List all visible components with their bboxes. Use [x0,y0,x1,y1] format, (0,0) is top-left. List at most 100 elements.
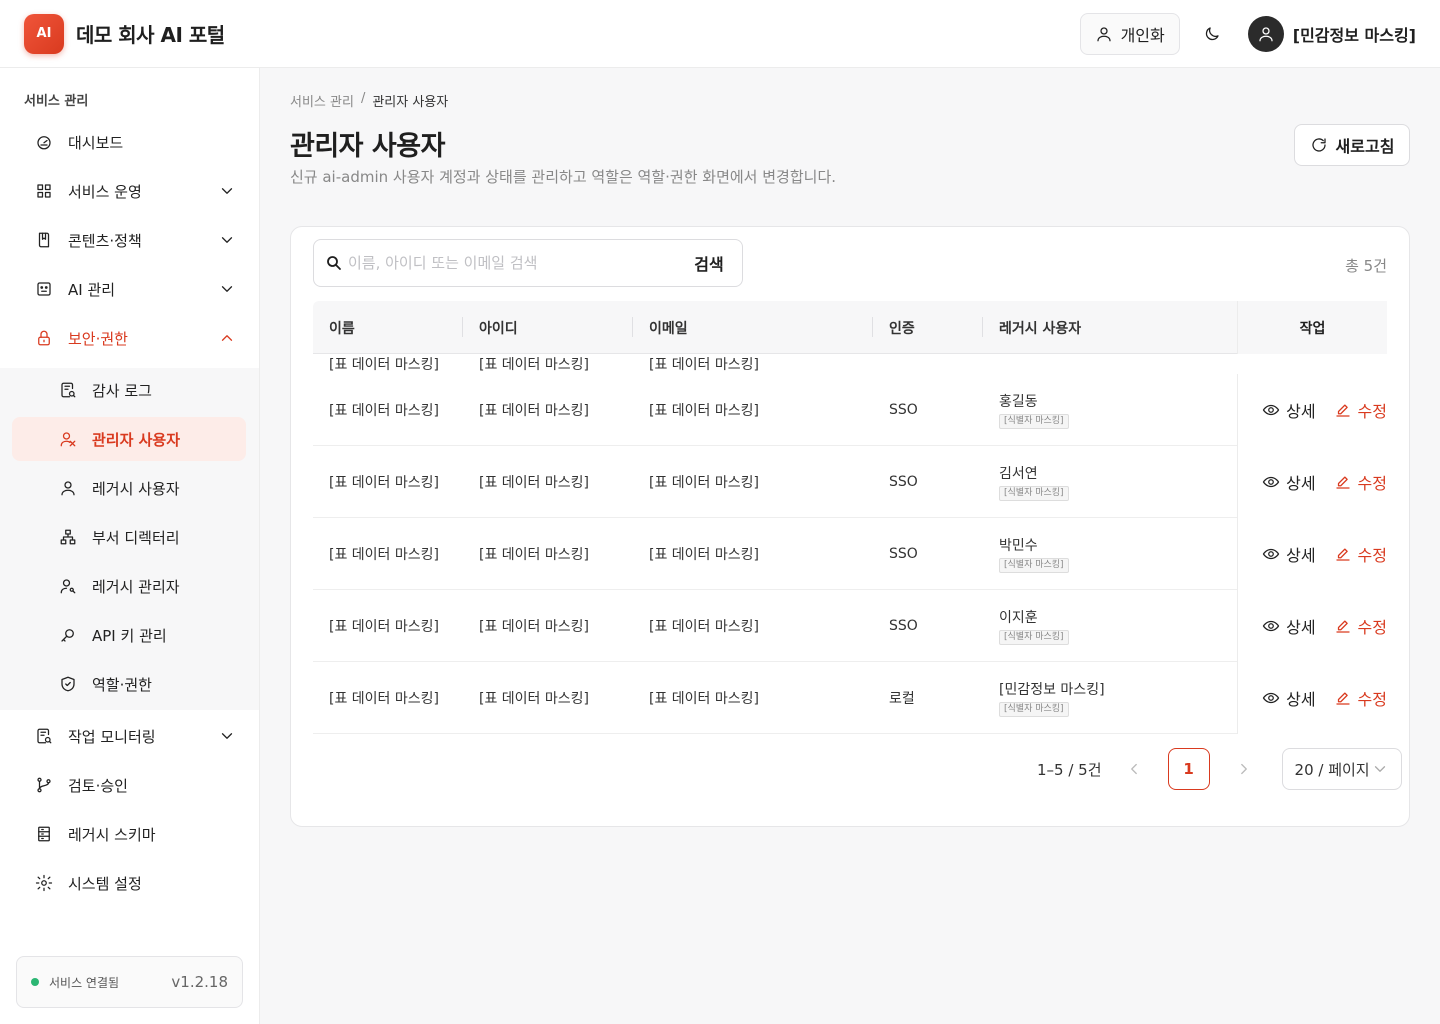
column-header-label: 아이디 [479,320,518,337]
edit-button[interactable]: 수정 [1334,614,1387,638]
personalize-button[interactable]: 개인화 [1079,12,1180,55]
column-separator [632,317,633,337]
legacy-user-name: 이지훈 [999,610,1038,626]
pencil-icon [1334,617,1352,635]
identifier-tag: [식별자 마스킹] [999,486,1069,501]
pencil-icon [1334,545,1352,563]
column-header-label: 이메일 [649,320,688,337]
column-header-email[interactable]: 이메일 [649,301,873,354]
legacy-user-name: [민감정보 마스킹] [999,682,1105,698]
page-number-button[interactable]: 1 [1167,748,1210,790]
cell-id: [표 데이터 마스킹] [479,357,589,373]
sidebar-item-legacy-admins[interactable]: 레거시 관리자 [12,564,246,608]
sidebar-item-label: 감사 로그 [92,381,152,400]
breadcrumb-parent[interactable]: 서비스 관리 [290,91,354,110]
sidebar-item-label: 작업 모니터링 [68,727,156,746]
refresh-icon [1310,136,1328,154]
search-box: 검색 [313,239,743,287]
sidebar-item-label: API 키 관리 [92,626,167,645]
table-row-partial[interactable]: [표 데이터 마스킹] [표 데이터 마스킹] [표 데이터 마스킹] [313,354,1387,374]
sidebar-item-content-policy[interactable]: 콘텐츠·정책 [12,218,246,262]
user-icon [59,479,77,497]
detail-button[interactable]: 상세 [1262,470,1316,494]
org-icon [59,528,77,546]
edit-label: 수정 [1357,690,1387,709]
table-row[interactable]: [표 데이터 마스킹] [표 데이터 마스킹] [표 데이터 마스킹] 로컬 [… [313,662,1387,734]
sidebar-item-legacy-schema[interactable]: 레거시 스키마 [12,812,246,856]
sidebar-item-label: 관리자 사용자 [92,430,181,449]
book-icon [35,231,53,249]
app-logo[interactable]: AI [24,13,64,54]
cell-name: [표 데이터 마스킹] [329,691,439,707]
user-name[interactable]: [민감정보 마스킹] [1293,22,1416,46]
cell-id: [표 데이터 마스킹] [479,691,589,707]
user-avatar[interactable] [1247,15,1284,52]
identifier-tag: [식별자 마스킹] [999,414,1069,429]
sidebar-item-service-ops[interactable]: 서비스 운영 [12,169,246,213]
edit-button[interactable]: 수정 [1334,686,1387,710]
sidebar-item-department-directory[interactable]: 부서 디렉터리 [12,515,246,559]
app-brand-title: 데모 회사 AI 포털 [76,23,225,47]
chevron-down-icon [218,231,236,249]
sidebar-item-admin-users[interactable]: 관리자 사용자 [12,417,246,461]
detail-button[interactable]: 상세 [1262,398,1316,422]
lock-icon [35,329,53,347]
edit-button[interactable]: 수정 [1334,542,1387,566]
sidebar-item-security[interactable]: 보안·권한 [12,316,246,360]
cell-legacy: 김서연 [식별자 마스킹] [999,446,1069,518]
edit-button[interactable]: 수정 [1334,470,1387,494]
total-count: 총 5건 [1345,257,1387,275]
sidebar-item-legacy-users[interactable]: 레거시 사용자 [12,466,246,510]
sidebar-item-review-approval[interactable]: 검토·승인 [12,763,246,807]
sidebar-item-api-keys[interactable]: API 키 관리 [12,613,246,657]
identifier-tag: [식별자 마스킹] [999,630,1069,645]
detail-button[interactable]: 상세 [1262,542,1316,566]
column-header-name[interactable]: 이름 [329,301,463,354]
cell-email: [표 데이터 마스킹] [649,357,759,373]
table-row[interactable]: [표 데이터 마스킹] [표 데이터 마스킹] [표 데이터 마스킹] SSO … [313,590,1387,662]
legacy-user-name: 박민수 [999,538,1038,554]
users-icon [59,430,77,448]
refresh-button[interactable]: 새로고침 [1294,124,1410,166]
edit-label: 수정 [1357,546,1387,565]
next-page-button[interactable] [1232,757,1256,781]
chevron-down-icon [218,182,236,200]
column-header-legacy[interactable]: 레거시 사용자 [999,301,1219,354]
cell-auth: SSO [889,546,918,562]
detail-button[interactable]: 상세 [1262,686,1316,710]
gear-icon [35,874,53,892]
chevron-up-icon [218,329,236,347]
cell-id: [표 데이터 마스킹] [479,619,589,635]
chevron-down-icon [218,727,236,745]
table-row[interactable]: [표 데이터 마스킹] [표 데이터 마스킹] [표 데이터 마스킹] SSO … [313,374,1387,446]
user-icon [1095,25,1113,43]
theme-toggle-button[interactable] [1200,22,1224,46]
identifier-tag: [식별자 마스킹] [999,702,1069,717]
cell-name: [표 데이터 마스킹] [329,547,439,563]
legacy-user-name: 김서연 [999,466,1038,482]
column-header-id[interactable]: 아이디 [479,301,633,354]
sidebar-item-label: 검토·승인 [68,776,128,795]
column-separator [982,317,983,337]
table-row[interactable]: [표 데이터 마스킹] [표 데이터 마스킹] [표 데이터 마스킹] SSO … [313,518,1387,590]
search-button[interactable]: 검색 [676,240,742,286]
branch-icon [35,776,53,794]
dashboard-icon [35,133,53,151]
prev-page-button[interactable] [1122,757,1146,781]
sidebar-item-system-settings[interactable]: 시스템 설정 [12,861,246,905]
sidebar-item-label: 보안·권한 [68,329,128,348]
edit-button[interactable]: 수정 [1334,398,1387,422]
breadcrumb-current: 관리자 사용자 [372,95,449,110]
column-header-action: 작업 [1237,301,1387,354]
sidebar-item-dashboard[interactable]: 대시보드 [12,120,246,164]
column-header-auth[interactable]: 인증 [889,301,983,354]
sidebar-item-roles[interactable]: 역할·권한 [12,662,246,706]
sidebar-item-job-monitoring[interactable]: 작업 모니터링 [12,714,246,758]
sidebar-item-ai-management[interactable]: AI 관리 [12,267,246,311]
page-size-select[interactable]: 20 / 페이지 [1281,748,1402,790]
detail-button[interactable]: 상세 [1262,614,1316,638]
detail-label: 상세 [1286,618,1316,637]
sidebar-item-audit-log[interactable]: 감사 로그 [12,368,246,412]
table-row[interactable]: [표 데이터 마스킹] [표 데이터 마스킹] [표 데이터 마스킹] SSO … [313,446,1387,518]
search-input[interactable] [348,254,676,272]
